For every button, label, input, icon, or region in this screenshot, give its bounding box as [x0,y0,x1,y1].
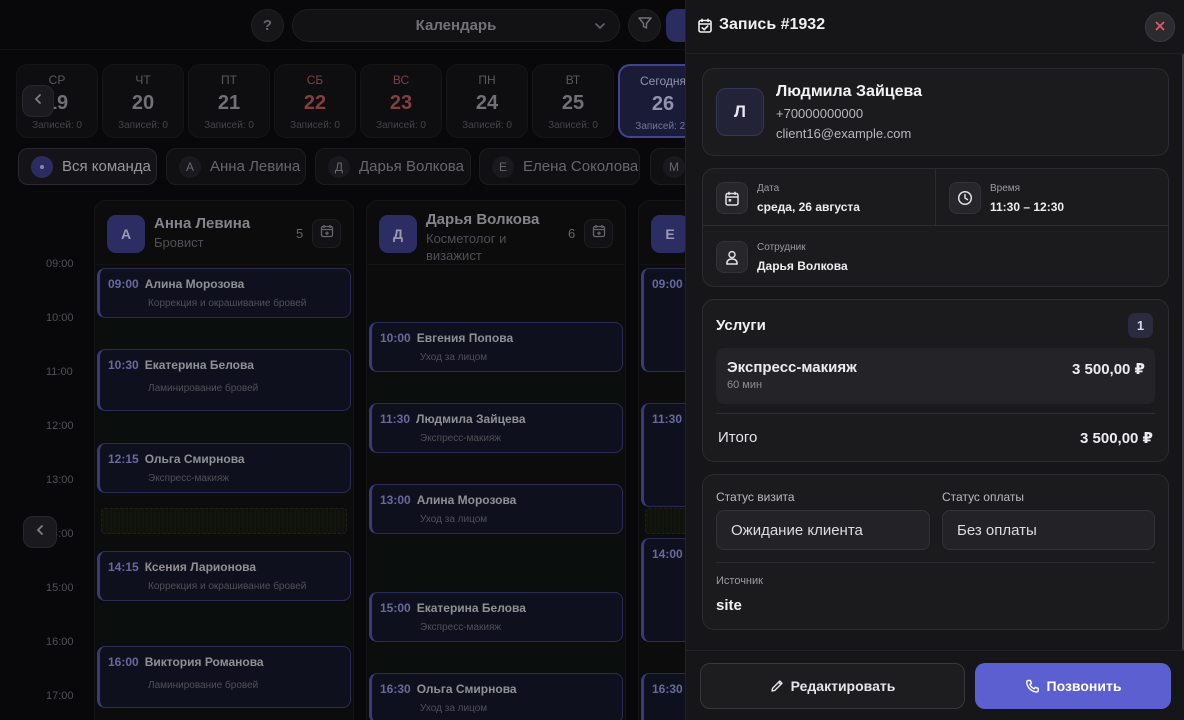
phone-icon [1025,679,1040,694]
date-value: среда, 26 августа [757,200,860,214]
total-label: Итого [718,429,758,446]
services-card: Услуги 1 Экспресс-макияж 60 мин 3 500,00… [702,299,1169,462]
user-icon [716,241,748,273]
calendar-page: ? Календарь СР 19 Записей: 0 ЧТ 20 Запис… [0,0,1184,720]
staff-info: Сотрудник Дарья Волкова [716,241,848,273]
edit-button-label: Редактировать [790,678,896,694]
visit-status-label: Статус визита [716,490,795,504]
divider [703,225,1168,226]
client-phone[interactable]: +70000000000 [776,106,863,121]
pencil-icon [770,679,784,693]
total-value: 3 500,00 ₽ [1080,430,1153,447]
calendar-check-icon [698,18,712,33]
staff-label: Сотрудник [757,242,806,253]
panel-footer: Редактировать Позвонить [686,650,1184,720]
edit-button[interactable]: Редактировать [700,663,965,709]
appointment-panel: Запись #1932 Л Людмила Зайцева +70000000… [685,0,1184,720]
staff-value: Дарья Волкова [757,259,848,273]
time-info: Время 11:30 – 12:30 [949,182,1064,214]
services-count-badge: 1 [1128,313,1153,338]
call-button[interactable]: Позвонить [975,663,1171,709]
service-name: Экспресс-макияж [727,359,857,376]
panel-header: Запись #1932 [686,0,1184,54]
divider [716,562,1155,563]
client-avatar: Л [716,88,764,136]
panel-title: Запись #1932 [698,16,825,34]
source-value: site [716,597,742,614]
date-info: Дата среда, 26 августа [716,182,860,214]
time-label: Время [990,183,1021,194]
close-button[interactable] [1145,12,1175,42]
status-card: Статус визита Статус оплаты Ожидание кли… [702,474,1169,630]
payment-status-select[interactable]: Без оплаты [942,510,1155,550]
clock-icon [949,182,981,214]
service-item: Экспресс-макияж 60 мин 3 500,00 ₽ [716,348,1155,404]
visit-status-select[interactable]: Ожидание клиента [716,510,930,550]
client-email[interactable]: client16@example.com [776,126,911,141]
details-card: Дата среда, 26 августа Время 11:30 – 12:… [702,168,1169,287]
services-title: Услуги [716,317,766,334]
service-duration: 60 мин [727,379,763,391]
source-label: Источник [716,575,763,587]
service-price: 3 500,00 ₽ [1072,361,1145,378]
client-name: Людмила Зайцева [776,83,923,100]
close-icon [1155,18,1165,36]
divider [716,413,1155,414]
payment-status-label: Статус оплаты [942,490,1024,504]
panel-title-text: Запись #1932 [719,16,826,33]
divider [935,169,936,225]
client-card: Л Людмила Зайцева +70000000000 client16@… [702,68,1169,156]
date-label: Дата [757,183,780,194]
calendar-icon [716,182,748,214]
time-value: 11:30 – 12:30 [990,200,1065,214]
call-button-label: Позвонить [1046,678,1122,694]
